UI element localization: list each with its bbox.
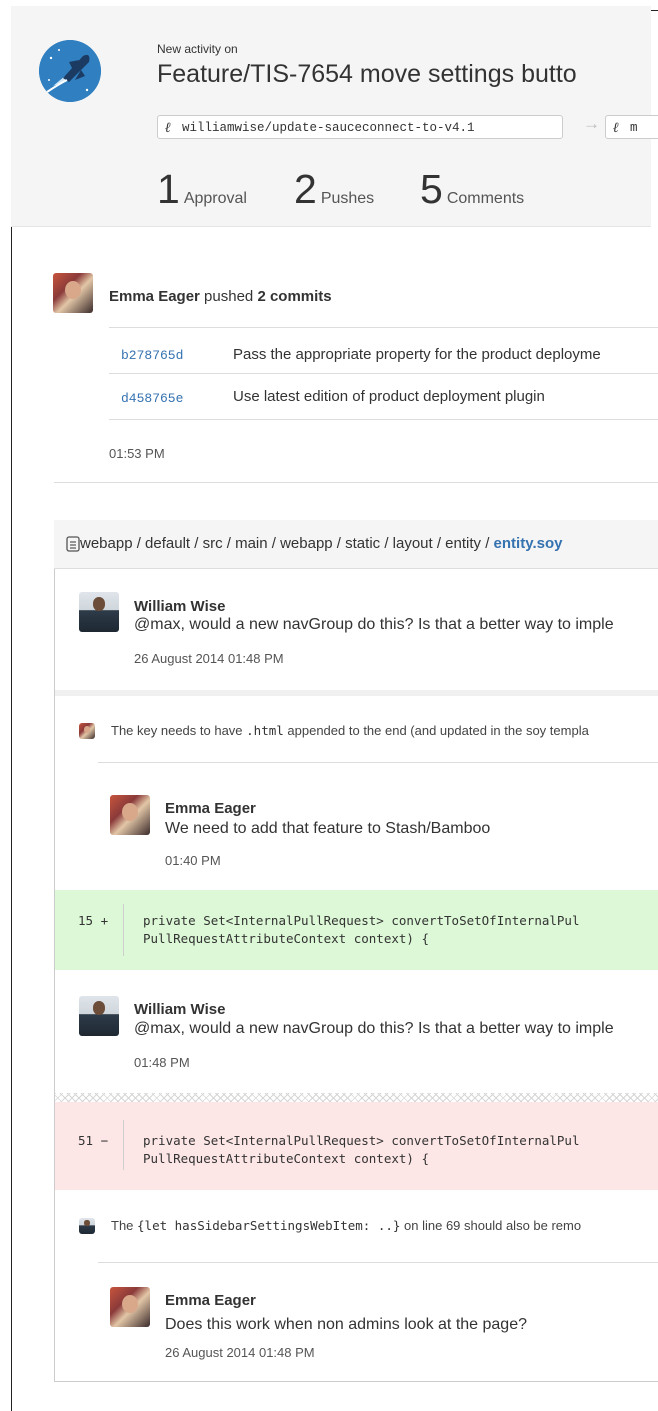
- avatar: [79, 1218, 95, 1234]
- comment-author[interactable]: Emma Eager: [165, 1292, 256, 1309]
- comment-text: Does this work when non admins look at t…: [165, 1316, 527, 1333]
- activity-kicker: New activity on: [157, 42, 238, 56]
- activity-header: New activity on Feature/TIS-7654 move se…: [11, 6, 658, 227]
- commit-hash-link[interactable]: d458765e: [121, 391, 183, 406]
- divider: [109, 373, 658, 374]
- arrow-right-icon: →: [583, 114, 600, 133]
- push-action: pushed: [199, 288, 258, 305]
- diff-code-line: private Set<InternalPullRequest> convert…: [143, 913, 580, 928]
- diff-sign: −: [100, 1133, 109, 1148]
- branch-icon: ℓ: [165, 120, 171, 136]
- stat-label: Comments: [446, 190, 525, 207]
- comment-author[interactable]: William Wise: [134, 1001, 225, 1018]
- divider: [109, 419, 658, 420]
- diff-code-line: private Set<InternalPullRequest> convert…: [143, 1133, 580, 1148]
- stat-label: Approval: [183, 190, 247, 207]
- push-time: 01:53 PM: [109, 446, 165, 461]
- comment-time: 01:40 PM: [165, 853, 221, 868]
- diff-line-number: 51 −: [78, 1133, 108, 1148]
- source-branch-name: williamwise/update-sauceconnect-to-v4.1: [182, 121, 475, 135]
- comment-time: 01:48 PM: [134, 1055, 190, 1070]
- comment-author[interactable]: William Wise: [134, 598, 225, 615]
- file-path: webapp / default / src / main / webapp /…: [80, 535, 562, 552]
- outdated-text: The: [111, 1218, 138, 1233]
- stat-count: 1: [157, 166, 180, 212]
- file-path-header: webapp / default / src / main / webapp /…: [54, 520, 658, 569]
- stat-pushes: 2 Pushes: [294, 166, 374, 213]
- source-branch-label: ℓ williamwise/update-sauceconnect-to-v4.…: [157, 115, 563, 139]
- diff-code-line: PullRequestAttributeContext context) {: [143, 1151, 429, 1166]
- avatar: [79, 996, 119, 1036]
- stat-comments: 5 Comments: [420, 166, 524, 213]
- comment-time: 26 August 2014 01:48 PM: [134, 651, 284, 666]
- commit-message: Use latest edition of product deployment…: [233, 388, 545, 405]
- target-branch-name: m: [630, 121, 638, 135]
- gutter-divider: [123, 1120, 124, 1170]
- branch-icon: ℓ: [613, 120, 619, 136]
- stat-count: 5: [420, 166, 443, 212]
- app-logo: [39, 40, 101, 102]
- comment-text: @max, would a new navGroup do this? Is t…: [134, 616, 614, 633]
- divider: [54, 482, 658, 483]
- divider: [98, 762, 658, 763]
- avatar: [79, 592, 119, 632]
- divider: [109, 327, 658, 328]
- commit-message: Pass the appropriate property for the pr…: [233, 346, 601, 363]
- target-branch-label: ℓ m: [605, 115, 658, 139]
- comment-text: @max, would a new navGroup do this? Is t…: [134, 1020, 614, 1037]
- gutter-divider: [123, 904, 124, 956]
- file-path-prefix: webapp / default / src / main / webapp /…: [80, 535, 494, 552]
- line-number: 15: [78, 913, 94, 928]
- avatar: [53, 273, 93, 313]
- comment-text: We need to add that feature to Stash/Bam…: [165, 820, 491, 837]
- comment-time: 26 August 2014 01:48 PM: [165, 1345, 315, 1360]
- divider: [98, 1262, 658, 1263]
- push-count: 2 commits: [257, 288, 332, 305]
- avatar: [79, 723, 95, 739]
- outdated-comment: The key needs to have .html appended to …: [111, 723, 589, 738]
- pull-request-title[interactable]: Feature/TIS-7654 move settings butto: [157, 60, 577, 89]
- stat-label: Pushes: [320, 190, 375, 207]
- comment-author[interactable]: Emma Eager: [165, 800, 256, 817]
- outdated-text: on line 69 should also be remo: [400, 1218, 582, 1233]
- file-name-link[interactable]: entity.soy: [494, 535, 563, 552]
- avatar: [110, 1287, 150, 1327]
- stat-approvals: 1 Approval: [157, 166, 247, 213]
- stat-count: 2: [294, 166, 317, 212]
- diff-added-block: [55, 890, 658, 970]
- push-summary: Emma Eager pushed 2 commits: [109, 288, 332, 305]
- avatar: [110, 795, 150, 835]
- commit-hash-link[interactable]: b278765d: [121, 348, 183, 363]
- inline-code: .html: [246, 723, 284, 738]
- diff-code-line: PullRequestAttributeContext context) {: [143, 931, 429, 946]
- inline-code: {let hasSidebarSettingsWebItem: ..}: [137, 1218, 401, 1233]
- diff-line-number: 15 +: [78, 913, 108, 928]
- outdated-comment: The {let hasSidebarSettingsWebItem: ..} …: [111, 1218, 581, 1233]
- line-number: 51: [78, 1133, 94, 1148]
- file-icon: [66, 536, 80, 552]
- outdated-text: appended to the end (and updated in the …: [283, 723, 589, 738]
- outdated-text: The key needs to have: [111, 723, 247, 738]
- push-author[interactable]: Emma Eager: [109, 288, 200, 305]
- section-separator: [55, 690, 658, 696]
- diff-sign: +: [100, 913, 109, 928]
